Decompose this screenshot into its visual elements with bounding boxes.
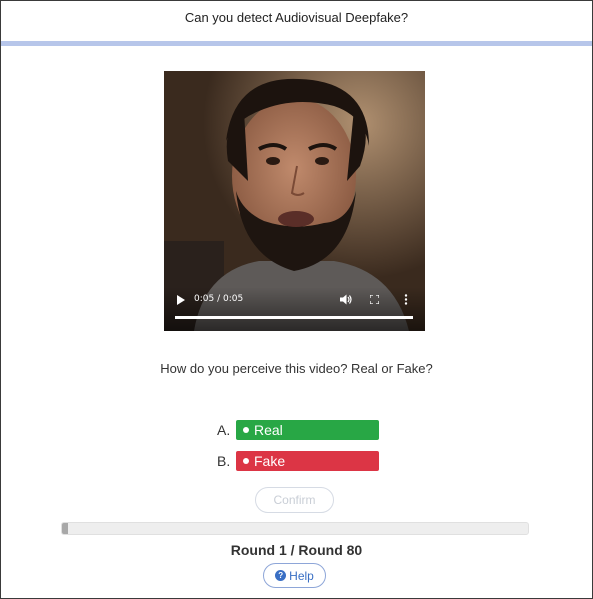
round-counter: Round 1 / Round 80	[230, 542, 363, 558]
fake-option-button[interactable]: Fake	[236, 451, 379, 471]
video-scrubber[interactable]	[175, 316, 413, 319]
question-text: How do you perceive this video? Real or …	[160, 361, 433, 376]
confirm-button[interactable]: Confirm	[255, 487, 334, 513]
video-controls: 0:05 / 0:05	[164, 287, 425, 331]
round-progress-fill	[62, 523, 68, 534]
option-label: Fake	[254, 453, 286, 469]
video-player[interactable]: 0:05 / 0:05	[164, 71, 425, 331]
option-row-b: B. Fake	[217, 451, 379, 471]
question-circle-icon: ?	[275, 570, 287, 581]
round-progress-bar	[61, 522, 529, 535]
volume-icon[interactable]	[340, 294, 352, 305]
video-time-display: 0:05 / 0:05	[194, 294, 244, 304]
option-letter: B.	[217, 453, 231, 469]
header-accent-bar	[1, 41, 592, 46]
help-label: Help	[289, 568, 314, 583]
video-scrubber-fill	[175, 316, 413, 319]
option-row-a: A. Real	[217, 420, 379, 440]
help-button[interactable]: ? Help	[263, 563, 326, 588]
quiz-window: Can you detect Audiovisual Deepfake? 0:0…	[0, 0, 593, 599]
real-option-button[interactable]: Real	[236, 420, 379, 440]
page-title: Can you detect Audiovisual Deepfake?	[184, 10, 409, 25]
radio-dot-icon	[243, 427, 249, 433]
play-icon[interactable]	[176, 295, 186, 305]
radio-dot-icon	[243, 458, 249, 464]
option-letter: A.	[217, 422, 231, 438]
option-label: Real	[254, 422, 283, 438]
more-options-icon[interactable]	[404, 294, 408, 305]
fullscreen-icon[interactable]	[370, 295, 379, 304]
